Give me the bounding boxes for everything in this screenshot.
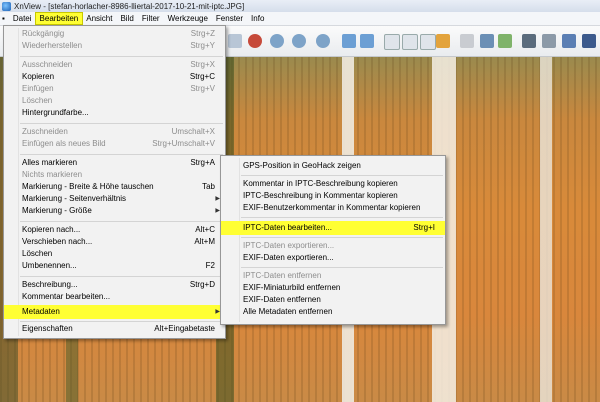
page-icon[interactable] [420,34,436,50]
print-icon[interactable] [542,34,556,48]
xnview-app-icon [2,1,11,11]
menu-item-selection-ratio[interactable]: Markierung - Seitenverhältnis ▶ [4,193,225,205]
menu-item-gps-geohack[interactable]: GPS-Position in GeoHack zeigen [221,160,445,172]
menu-werkzeuge[interactable]: Werkzeuge [164,13,212,24]
menu-fenster[interactable]: Fenster [212,13,247,24]
menu-info[interactable]: Info [247,13,268,24]
menu-item-copy[interactable]: Kopieren Strg+C [4,71,225,83]
menu-item-rename[interactable]: Umbenennen... F2 [4,260,225,272]
tool-icon[interactable] [498,34,512,48]
menu-item-select-none[interactable]: Nichts markieren [4,169,225,181]
menu-item-remove-iptc[interactable]: IPTC-Daten entfernen [221,270,445,282]
menu-file-icon[interactable]: ▪ [0,13,9,24]
menu-item-edit-iptc[interactable]: IPTC-Daten bearbeiten... Strg+I [221,221,445,235]
menu-item-select-all[interactable]: Alles markieren Strg+A [4,157,225,169]
menu-item-exif-comment-to-comment[interactable]: EXIF-Benutzerkommentar in Kommentar kopi… [221,202,445,214]
menu-item-paste-as-new[interactable]: Einfügen als neues Bild Strg+Umschalt+V [4,138,225,150]
zoom-out-icon[interactable] [316,34,330,48]
menu-item-copy-to[interactable]: Kopieren nach... Alt+C [4,224,225,236]
menu-item-redo[interactable]: Wiederherstellen Strg+Y [4,40,225,52]
settings-icon[interactable] [522,34,536,48]
tool-icon[interactable] [228,34,242,48]
tool-icon[interactable] [460,34,474,48]
arrow-right-icon[interactable] [360,34,374,48]
menu-item-delete-file[interactable]: Löschen [4,248,225,260]
menu-item-undo[interactable]: Rückgängig Strg+Z [4,28,225,40]
arrow-left-icon[interactable] [342,34,356,48]
metadata-submenu: GPS-Position in GeoHack zeigen Kommentar… [220,155,446,325]
menu-item-background-color[interactable]: Hintergrundfarbe... [4,107,225,119]
zoom-in-icon[interactable] [270,34,284,48]
menu-item-delete[interactable]: Löschen [4,95,225,107]
menu-item-comment-to-iptc[interactable]: Kommentar in IPTC-Beschreibung kopieren [221,178,445,190]
menu-bearbeiten[interactable]: Bearbeiten [34,12,84,25]
monitor-icon[interactable] [562,34,576,48]
tool-icon[interactable] [582,34,596,48]
page-icon[interactable] [402,34,418,50]
tool-icon[interactable] [248,34,262,48]
window-title: XnView - [stefan-horlacher-8986-lliertal… [14,1,245,11]
zoom-icon[interactable] [292,34,306,48]
menu-item-move-to[interactable]: Verschieben nach... Alt+M [4,236,225,248]
image-icon[interactable] [436,34,450,48]
menu-item-remove-exif[interactable]: EXIF-Daten entfernen [221,294,445,306]
menu-item-iptc-to-comment[interactable]: IPTC-Beschreibung in Kommentar kopieren [221,190,445,202]
menu-item-cut[interactable]: Ausschneiden Strg+X [4,59,225,71]
menu-bild[interactable]: Bild [116,13,137,24]
menu-item-paste[interactable]: Einfügen Strg+V [4,83,225,95]
menu-item-remove-exif-thumbnail[interactable]: EXIF-Miniaturbild entfernen [221,282,445,294]
menu-item-properties[interactable]: Eigenschaften Alt+Eingabetaste [4,323,225,335]
menu-item-description[interactable]: Beschreibung... Strg+D [4,279,225,291]
menu-item-export-iptc[interactable]: IPTC-Daten exportieren... [221,240,445,252]
page-icon[interactable] [384,34,400,50]
menu-filter[interactable]: Filter [138,13,164,24]
menu-item-edit-comment[interactable]: Kommentar bearbeiten... [4,291,225,303]
menu-item-remove-all-metadata[interactable]: Alle Metadaten entfernen [221,306,445,318]
menu-datei[interactable]: Datei [9,13,36,24]
menu-item-metadata[interactable]: Metadaten ▶ [4,305,225,319]
menu-item-crop[interactable]: Zuschneiden Umschalt+X [4,126,225,138]
edit-menu: Rückgängig Strg+Z Wiederherstellen Strg+Y … [3,25,226,339]
menu-bar: ▪ Datei Bearbeiten Ansicht Bild Filter W… [0,12,600,26]
menu-item-export-exif[interactable]: EXIF-Daten exportieren... [221,252,445,264]
menu-item-swap-selection[interactable]: Markierung - Breite & Höhe tauschen Tab [4,181,225,193]
fit-icon[interactable] [480,34,494,48]
menu-ansicht[interactable]: Ansicht [82,13,116,24]
menu-item-selection-size[interactable]: Markierung - Größe ▶ [4,205,225,217]
